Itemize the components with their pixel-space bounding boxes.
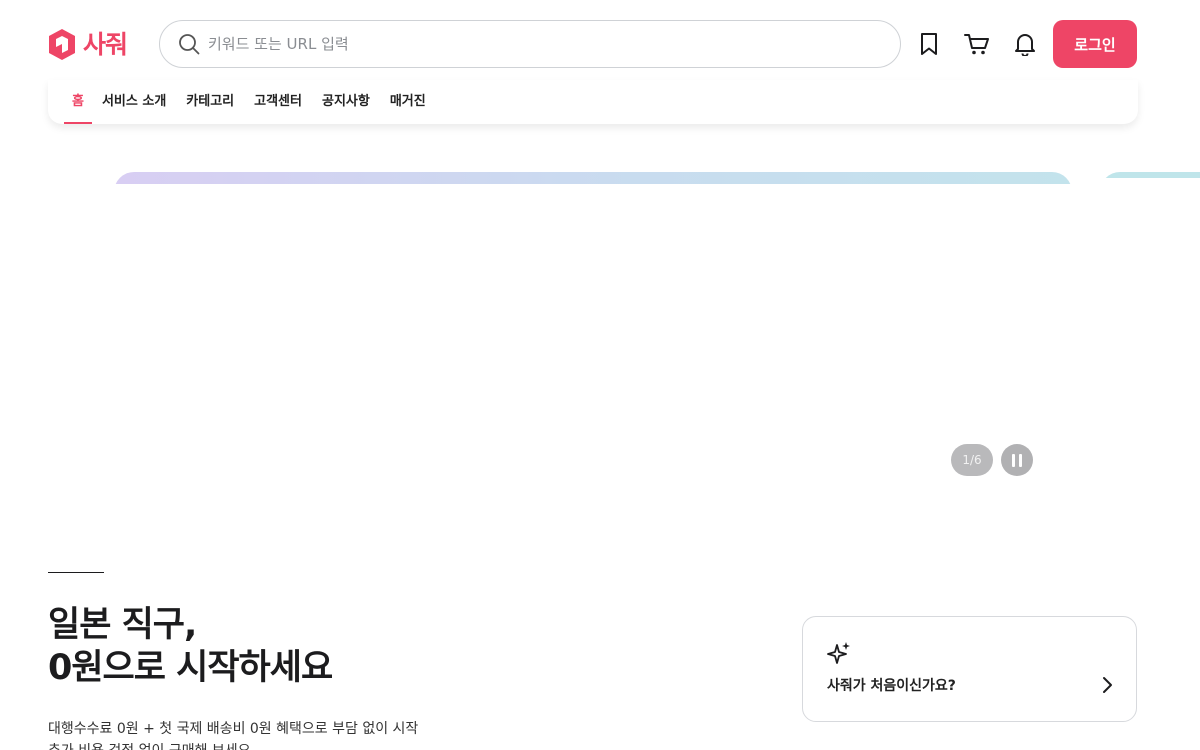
pause-button[interactable] (1001, 444, 1033, 476)
nav-item-home[interactable]: 홈 (64, 80, 92, 124)
banner-next-gradient (1100, 172, 1200, 178)
cart-icon[interactable] (964, 30, 990, 58)
search-bar[interactable] (159, 20, 901, 68)
login-button[interactable]: 로그인 (1053, 20, 1137, 68)
nav-item-category[interactable]: 카테고리 (176, 80, 244, 124)
search-icon (179, 34, 200, 55)
logo[interactable]: 사줘 (47, 27, 128, 61)
subtext-line-2: 추가 비용 걱정 없이 구매해 보세요 (48, 740, 468, 750)
carousel-pager: 1/6 (951, 444, 993, 476)
headline-line-1: 일본 직구, (48, 605, 197, 645)
banner-slide[interactable] (114, 172, 1072, 488)
intro-subtext: 대행수수료 0원 + 첫 국제 배송비 0원 혜택으로 부담 없이 시작 추가 … (48, 718, 468, 750)
chevron-right-icon (1103, 677, 1112, 693)
bell-icon[interactable] (1012, 30, 1038, 58)
banner-next-slide[interactable] (1100, 172, 1200, 488)
subtext-line-1: 대행수수료 0원 + 첫 국제 배송비 0원 혜택으로 부담 없이 시작 (48, 721, 419, 737)
nav-item-customer-center[interactable]: 고객센터 (244, 80, 312, 124)
sparkle-icon (827, 642, 850, 664)
nav-item-magazine[interactable]: 매거진 (380, 80, 436, 124)
first-time-card[interactable]: 사줘가 처음이신가요? (802, 616, 1137, 722)
pause-icon (1010, 453, 1024, 467)
nav-bar: 홈 서비스 소개 카테고리 고객센터 공지사항 매거진 (48, 80, 1138, 124)
logo-mark-icon (49, 28, 75, 60)
search-input[interactable] (208, 35, 848, 53)
banner-gradient (114, 172, 1072, 184)
nav-items: 홈 서비스 소개 카테고리 고객센터 공지사항 매거진 (64, 80, 436, 124)
brand-name: 사줘 (83, 29, 128, 59)
header: 사줘 로그인 (0, 0, 1200, 88)
first-time-label: 사줘가 처음이신가요? (827, 678, 956, 694)
nav-item-service-intro[interactable]: 서비스 소개 (92, 80, 176, 124)
banner-carousel (0, 172, 1200, 488)
intro-headline: 일본 직구, 0원으로 시작하세요 (48, 604, 333, 690)
bookmark-icon[interactable] (916, 30, 942, 58)
headline-line-2: 0원으로 시작하세요 (48, 648, 333, 688)
nav-item-notices[interactable]: 공지사항 (312, 80, 380, 124)
section-divider (48, 572, 104, 573)
